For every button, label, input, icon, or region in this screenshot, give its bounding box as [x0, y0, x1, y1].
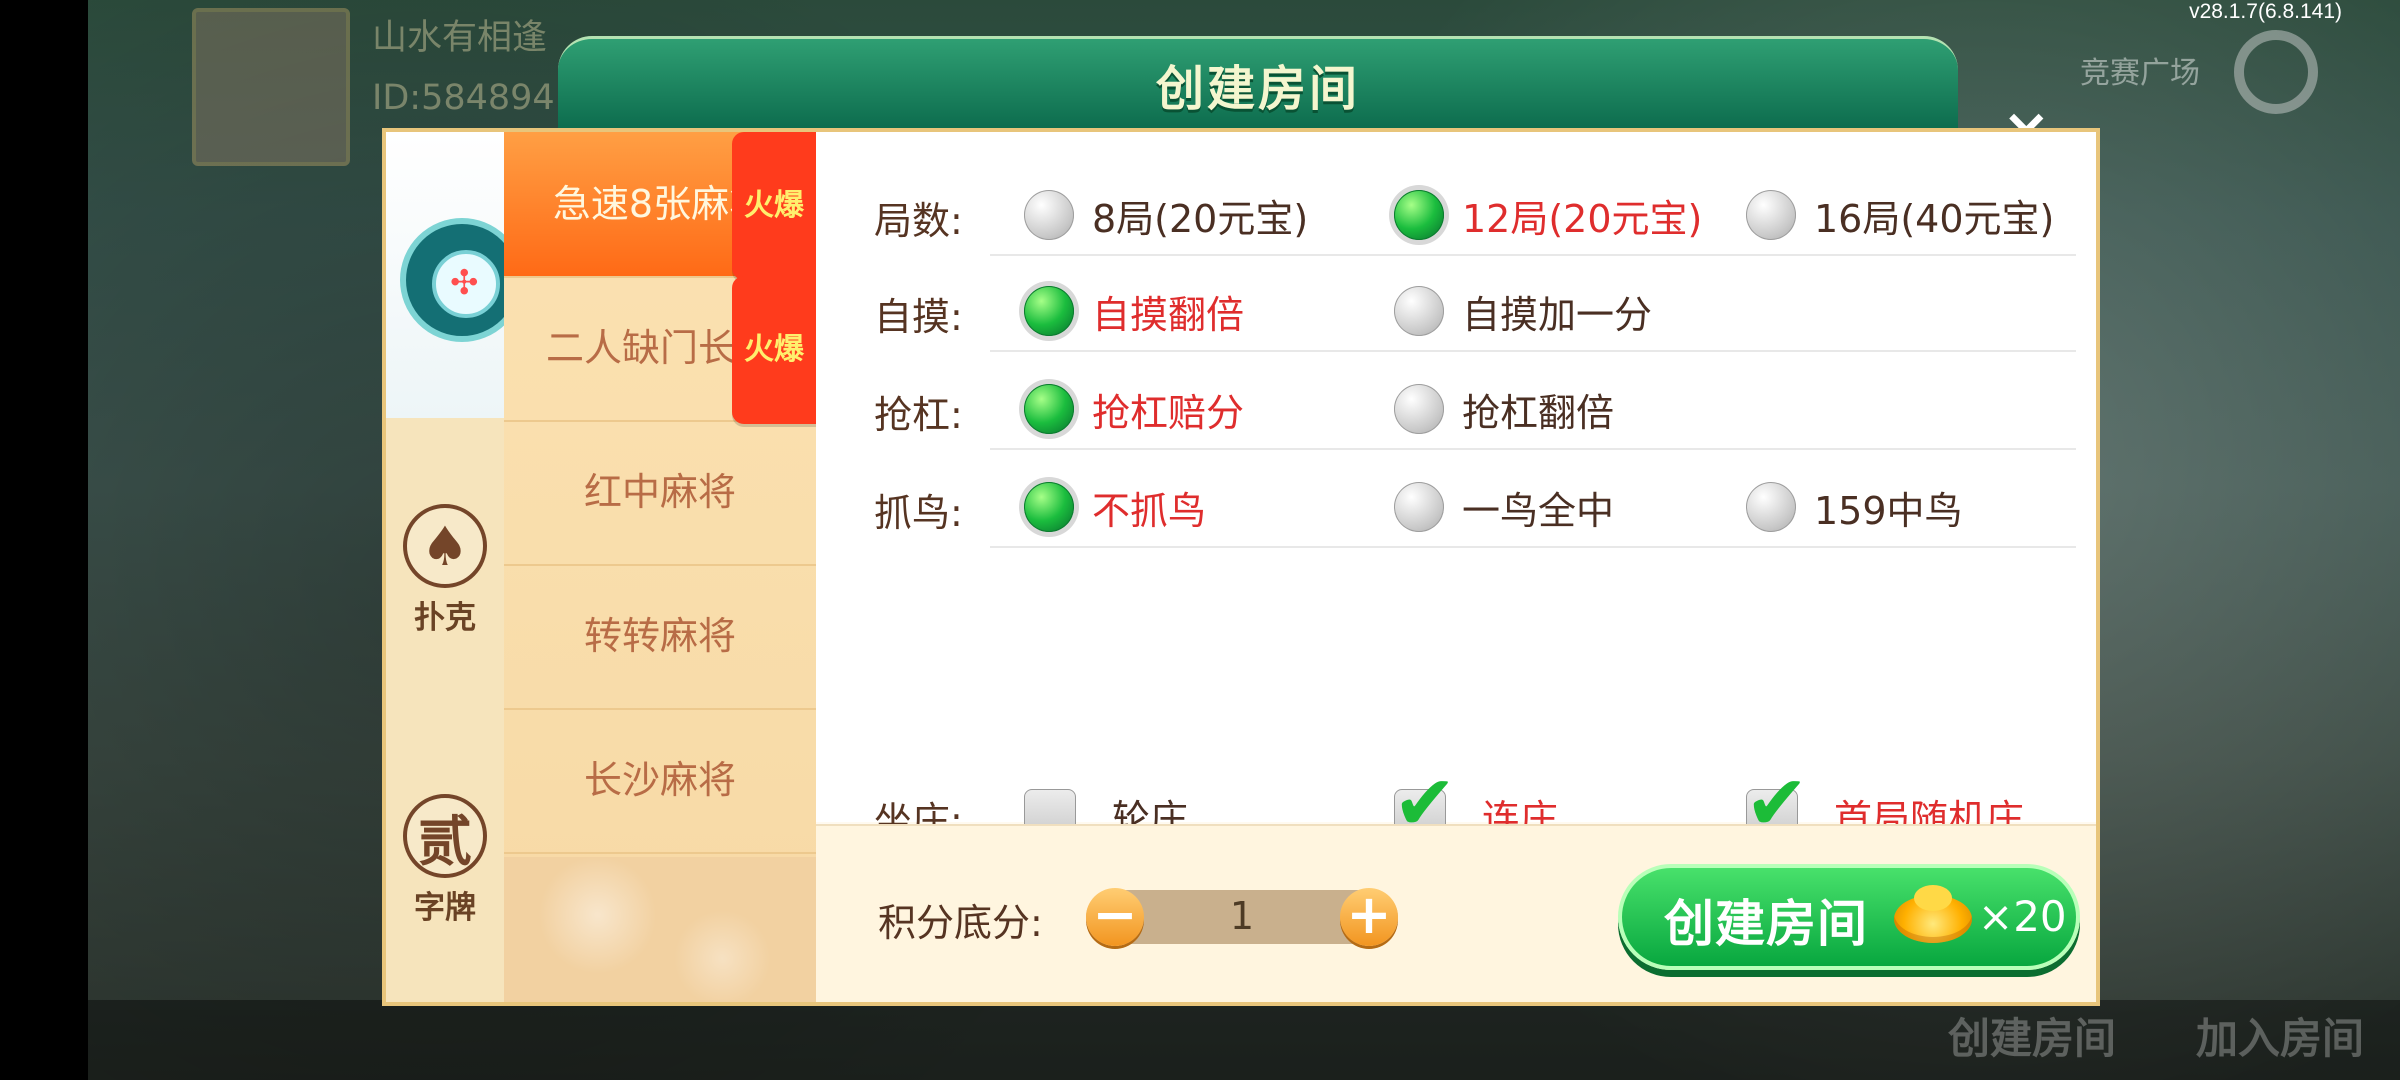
radio-selected-icon [1394, 190, 1444, 240]
background-create-room: 创建房间 [1948, 1014, 2117, 1063]
version-label: v28.1.7(6.8.141) [2189, 0, 2342, 23]
radio-icon [1746, 190, 1796, 240]
poker-category-label: 扑克 [414, 600, 476, 636]
room-options: 局数: 8局(20元宝) 12局(20元宝) 16局(40元宝) 自摸: 自摸翻… [816, 132, 2096, 856]
hot-badge: 火爆 [732, 132, 816, 280]
dialog-header: 创建房间 [558, 36, 1958, 131]
zimo-label: 自摸: [874, 295, 963, 339]
option-label: 8局(20元宝) [1092, 196, 1309, 241]
create-room-panel: ♠ 扑克 贰 字牌 急速8张麻将 火爆 二人缺门长麻 火爆 红中麻将 转转麻将 [382, 128, 2100, 1006]
mahjong-category[interactable] [386, 132, 524, 418]
qianggang-pay-option[interactable]: 抢杠赔分 [1024, 382, 1244, 436]
no-bird-option[interactable]: 不抓鸟 [1024, 480, 1206, 534]
radio-selected-icon [1024, 482, 1074, 532]
game-label: 红中麻将 [583, 470, 736, 514]
create-room-label: 创建房间 [1664, 895, 1868, 953]
character-card-category[interactable]: 贰 字牌 [386, 794, 504, 926]
option-label: 12局(20元宝) [1462, 196, 1703, 241]
plus-button[interactable]: + [1340, 888, 1398, 946]
spade-icon: ♠ [403, 504, 487, 588]
one-bird-option[interactable]: 一鸟全中 [1394, 480, 1614, 534]
game-label: 转转麻将 [583, 614, 736, 658]
character-card-icon: 贰 [403, 794, 487, 878]
option-label: 抢杠赔分 [1092, 390, 1245, 435]
create-room-footer: 积分底分: − 1 + 创建房间 ×20 [816, 824, 2096, 1002]
dialog-title: 创建房间 [1155, 61, 1360, 117]
game-item-hongzhong[interactable]: 红中麻将 [504, 420, 816, 566]
rounds-8-option[interactable]: 8局(20元宝) [1024, 188, 1308, 242]
zhuaniao-row: 抓鸟: 不抓鸟 一鸟全中 159中鸟 [816, 456, 2096, 548]
radio-icon [1394, 286, 1444, 336]
option-label: 自摸加一分 [1462, 292, 1653, 337]
gold-ingot-icon [1894, 885, 1972, 943]
game-label: 长沙麻将 [583, 758, 736, 802]
game-item-fast-8[interactable]: 急速8张麻将 火爆 [504, 132, 816, 280]
qianggang-row: 抢杠: 抢杠赔分 抢杠翻倍 [816, 358, 2096, 450]
create-room-button[interactable]: 创建房间 ×20 [1618, 864, 2080, 970]
poker-category[interactable]: ♠ 扑克 [386, 504, 504, 636]
zimo-plus-one-option[interactable]: 自摸加一分 [1394, 284, 1652, 338]
rounds-16-option[interactable]: 16局(40元宝) [1746, 188, 2054, 242]
avatar [192, 8, 350, 166]
zimo-double-option[interactable]: 自摸翻倍 [1024, 284, 1244, 338]
rounds-label: 局数: [874, 199, 963, 243]
option-label: 自摸翻倍 [1092, 292, 1245, 337]
option-label: 抢杠翻倍 [1462, 390, 1615, 435]
room-cost: ×20 [1978, 892, 2067, 941]
game-item-changsha[interactable]: 长沙麻将 [504, 708, 816, 854]
radio-icon [1394, 384, 1444, 434]
rounds-row: 局数: 8局(20元宝) 12局(20元宝) 16局(40元宝) [816, 164, 2096, 256]
background-join-room: 加入房间 [2196, 1014, 2365, 1063]
radio-icon [1024, 190, 1074, 240]
bird-159-option[interactable]: 159中鸟 [1746, 480, 1963, 534]
option-label: 16局(40元宝) [1814, 196, 2055, 241]
character-card-label: 字牌 [414, 890, 476, 926]
radio-icon [1394, 482, 1444, 532]
radio-selected-icon [1024, 384, 1074, 434]
game-item-two-player[interactable]: 二人缺门长麻 火爆 [504, 276, 816, 424]
zimo-row: 自摸: 自摸翻倍 自摸加一分 [816, 260, 2096, 352]
radio-icon [1746, 482, 1796, 532]
score-stepper[interactable]: − 1 + [1086, 888, 1398, 946]
radio-selected-icon [1024, 286, 1074, 336]
score-base-label: 积分底分: [878, 901, 1043, 945]
game-item-zhuanzhuan[interactable]: 转转麻将 [504, 564, 816, 710]
create-room-dialog: 创建房间 × ♠ 扑克 贰 字牌 急速8张麻将 火爆 二人缺门长麻 火爆 [382, 36, 2100, 1006]
option-label: 一鸟全中 [1462, 488, 1615, 533]
hot-badge: 火爆 [732, 276, 816, 424]
category-rail: ♠ 扑克 贰 字牌 [386, 132, 524, 1002]
qianggang-label: 抢杠: [874, 393, 963, 437]
rounds-12-option[interactable]: 12局(20元宝) [1394, 188, 1702, 242]
gear-icon [2234, 30, 2318, 114]
zhuaniao-label: 抓鸟: [874, 491, 963, 535]
option-label: 不抓鸟 [1092, 488, 1207, 533]
qianggang-double-option[interactable]: 抢杠翻倍 [1394, 382, 1614, 436]
option-label: 159中鸟 [1814, 488, 1963, 533]
decorative-pattern [504, 857, 816, 1002]
